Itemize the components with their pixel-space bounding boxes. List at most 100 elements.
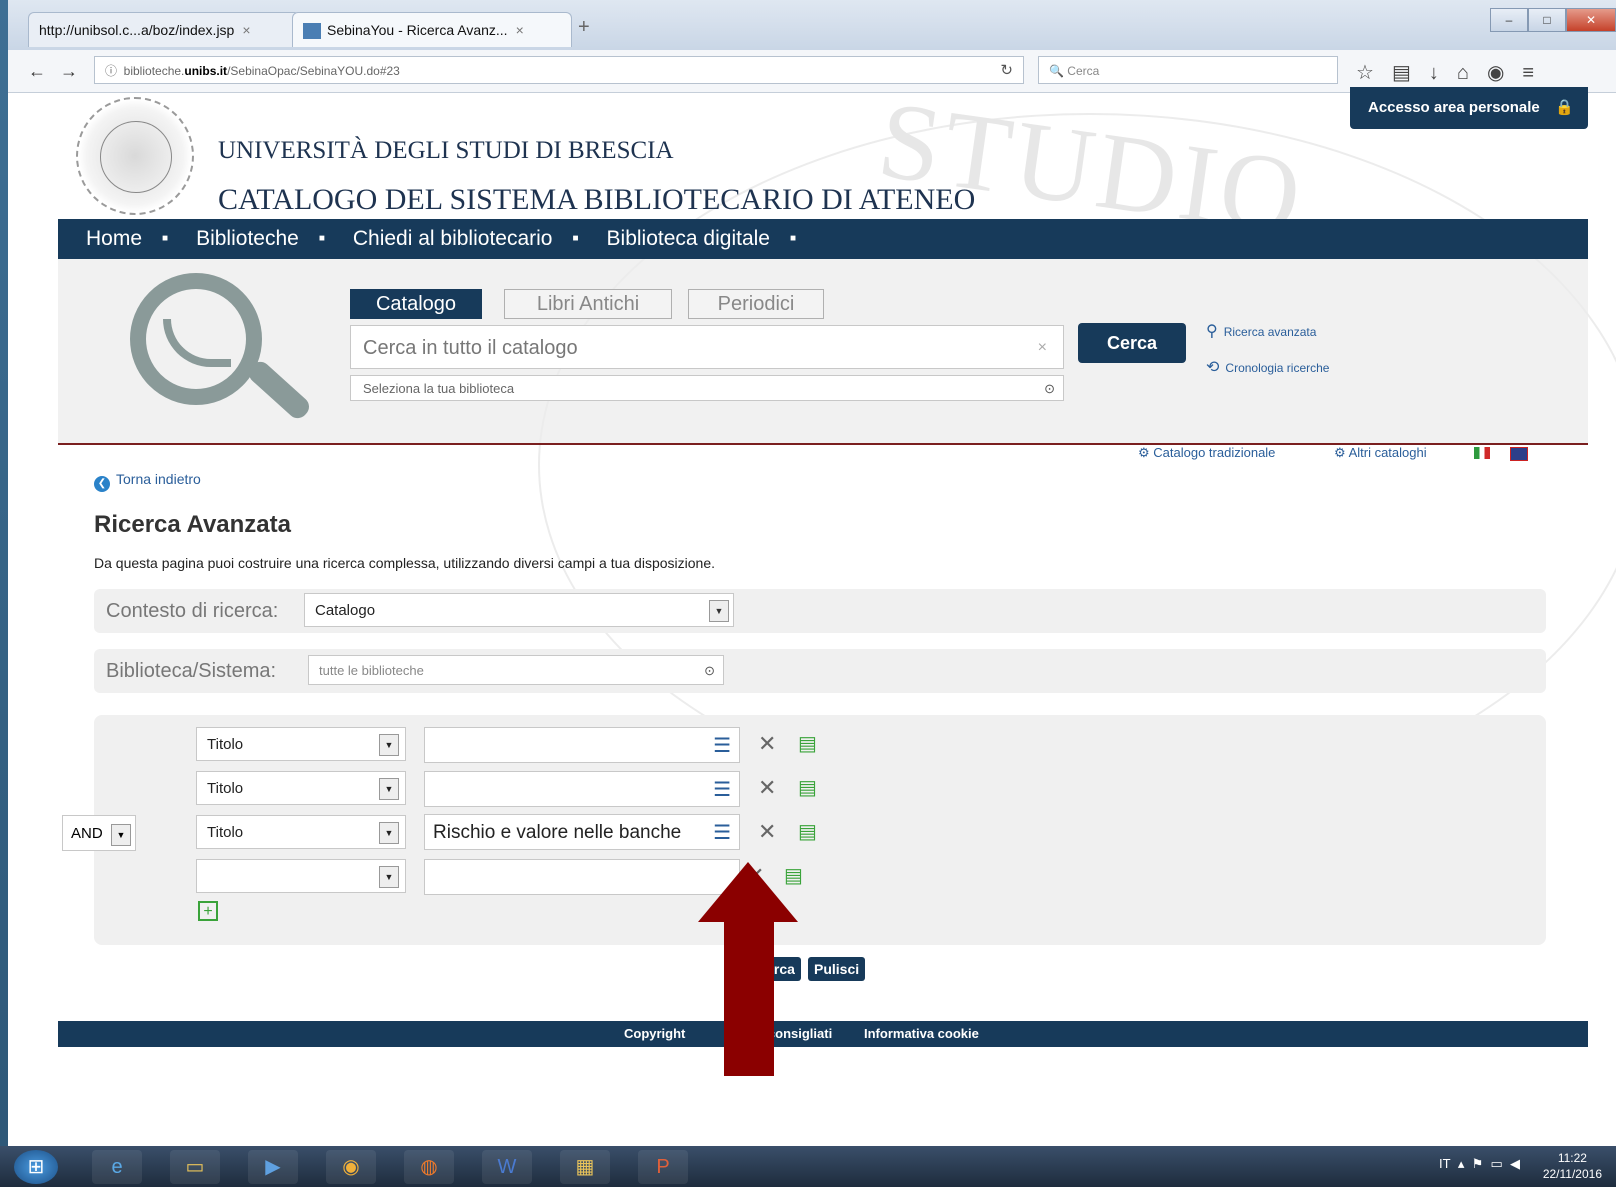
term-input-2[interactable]: ☰ bbox=[424, 771, 740, 807]
library-system-placeholder: tutte le biblioteche bbox=[319, 663, 424, 678]
login-label: Accesso area personale bbox=[1368, 99, 1540, 116]
other-catalogs-label: Altri cataloghi bbox=[1348, 445, 1427, 460]
back-arrow-icon[interactable]: ← bbox=[22, 56, 52, 86]
other-catalogs-link[interactable]: ⚙ Altri cataloghi bbox=[1334, 445, 1427, 461]
lock-icon: 🔒 bbox=[1555, 99, 1574, 116]
annotation-arrow-shaft bbox=[724, 916, 774, 1076]
chevron-down-icon[interactable]: ▼ bbox=[379, 734, 399, 756]
cookie-link[interactable]: Informativa cookie bbox=[864, 1021, 979, 1047]
uk-flag-icon[interactable] bbox=[1510, 447, 1528, 461]
remove-row-icon[interactable]: ✕ bbox=[758, 775, 776, 801]
nav-biblioteca-digitale[interactable]: Biblioteca digitale bbox=[607, 219, 770, 259]
nav-biblioteche[interactable]: Biblioteche bbox=[196, 219, 299, 259]
tab-unibsol[interactable]: http://unibsol.c...a/boz/index.jsp × bbox=[28, 12, 300, 47]
list-icon[interactable]: ☰ bbox=[713, 728, 731, 764]
list-icon[interactable]: ☰ bbox=[713, 772, 731, 808]
clear-icon[interactable]: × bbox=[1038, 326, 1047, 370]
chevron-down-icon[interactable]: ▼ bbox=[709, 600, 729, 622]
field-select-1[interactable]: Titolo ▼ bbox=[196, 727, 406, 761]
powerpoint-icon[interactable]: P bbox=[638, 1150, 688, 1184]
media-player-icon[interactable]: ▶ bbox=[248, 1150, 298, 1184]
add-row-icon[interactable]: ▤ bbox=[798, 775, 817, 800]
chrome-icon[interactable]: ◉ bbox=[326, 1150, 376, 1184]
advanced-search-label: Ricerca avanzata bbox=[1223, 325, 1317, 339]
close-window-button[interactable]: ✕ bbox=[1566, 8, 1616, 32]
back-link[interactable]: ❮ Torna indietro bbox=[94, 471, 201, 492]
library-system-input[interactable]: tutte le biblioteche ⊙ bbox=[308, 655, 724, 685]
add-row-icon[interactable]: ▤ bbox=[798, 819, 817, 844]
new-tab-button[interactable]: + bbox=[578, 16, 590, 39]
advanced-search-link[interactable]: ⚲ Ricerca avanzata bbox=[1206, 321, 1316, 341]
tray-arrow-icon[interactable]: ▴ bbox=[1458, 1156, 1465, 1171]
library-picker-icon[interactable]: ⊙ bbox=[1044, 376, 1055, 402]
field-select-3[interactable]: Titolo ▼ bbox=[196, 815, 406, 849]
login-button[interactable]: Accesso area personale 🔒 bbox=[1350, 87, 1588, 129]
operator-select[interactable]: AND ▼ bbox=[62, 815, 136, 851]
minimize-button[interactable]: – bbox=[1490, 8, 1528, 32]
remove-row-icon[interactable]: ✕ bbox=[758, 731, 776, 757]
tab-catalogo[interactable]: Catalogo bbox=[350, 289, 482, 319]
nav-home[interactable]: Home bbox=[86, 219, 142, 259]
add-row-icon[interactable]: ▤ bbox=[798, 731, 817, 756]
tab-periodici[interactable]: Periodici bbox=[688, 289, 824, 319]
volume-icon[interactable]: ◀ bbox=[1510, 1156, 1520, 1171]
tab-bar: http://unibsol.c...a/boz/index.jsp × Sebi… bbox=[8, 0, 1616, 51]
italian-flag-icon[interactable] bbox=[1474, 447, 1490, 459]
clock[interactable]: 11:22 22/11/2016 bbox=[1543, 1150, 1602, 1182]
field-value: Titolo bbox=[207, 780, 244, 797]
search-history-link[interactable]: ⟲ Cronologia ricerche bbox=[1206, 357, 1329, 377]
download-icon[interactable]: ↓ bbox=[1429, 62, 1457, 84]
reading-list-icon[interactable]: ▤ bbox=[1392, 62, 1429, 84]
nav-chiedi[interactable]: Chiedi al bibliotecario bbox=[353, 219, 553, 259]
field-select-4[interactable]: ▼ bbox=[196, 859, 406, 893]
home-icon[interactable]: ⌂ bbox=[1457, 62, 1487, 84]
maximize-button[interactable]: □ bbox=[1528, 8, 1566, 32]
toolbar-icons: ☆▤↓⌂◉≡ bbox=[1356, 60, 1552, 85]
tab-libri-antichi[interactable]: Libri Antichi bbox=[504, 289, 672, 319]
chevron-down-icon[interactable]: ▼ bbox=[379, 778, 399, 800]
close-icon[interactable]: × bbox=[516, 22, 524, 38]
term-input-4[interactable] bbox=[424, 859, 740, 895]
menu-icon[interactable]: ≡ bbox=[1522, 62, 1552, 84]
intro-text: Da questa pagina puoi costruire una rice… bbox=[94, 555, 715, 571]
browser-search-input[interactable]: 🔍 Cerca bbox=[1038, 56, 1338, 84]
tab-sebinayou[interactable]: SebinaYou - Ricerca Avanz... × bbox=[292, 12, 572, 47]
term-input-3[interactable]: Rischio e valore nelle banche ☰ bbox=[424, 814, 740, 850]
favicon-icon bbox=[303, 23, 321, 40]
field-value: Titolo bbox=[207, 824, 244, 841]
close-icon[interactable]: × bbox=[242, 22, 250, 38]
context-select[interactable]: Catalogo ▼ bbox=[304, 593, 734, 627]
traditional-catalog-link[interactable]: ⚙ Catalogo tradizionale bbox=[1138, 445, 1275, 461]
address-bar[interactable]: ⓘ biblioteche.unibs.it/SebinaOpac/Sebina… bbox=[94, 56, 1024, 84]
add-criteria-icon[interactable]: + bbox=[198, 901, 218, 921]
word-icon[interactable]: W bbox=[482, 1150, 532, 1184]
reload-icon[interactable]: ↻ bbox=[1000, 57, 1013, 85]
forward-arrow-icon[interactable]: → bbox=[54, 56, 84, 86]
search-button[interactable]: Cerca bbox=[1078, 323, 1186, 363]
search-history-label: Cronologia ricerche bbox=[1225, 361, 1330, 375]
flag-icon[interactable]: ⚑ bbox=[1472, 1156, 1484, 1171]
library-select[interactable]: Seleziona la tua biblioteca ⊙ bbox=[350, 375, 1064, 401]
copyright-link[interactable]: Copyright bbox=[624, 1021, 685, 1047]
folder-icon[interactable]: ▦ bbox=[560, 1150, 610, 1184]
chevron-down-icon[interactable]: ▼ bbox=[379, 866, 399, 888]
catalog-search-input[interactable]: Cerca in tutto il catalogo × bbox=[350, 325, 1064, 369]
bookmark-star-icon[interactable]: ☆ bbox=[1356, 62, 1392, 84]
chevron-down-icon[interactable]: ▼ bbox=[111, 824, 131, 846]
context-label: Contesto di ricerca: bbox=[106, 600, 279, 622]
chevron-down-icon[interactable]: ▼ bbox=[379, 822, 399, 844]
library-picker-icon[interactable]: ⊙ bbox=[704, 656, 715, 686]
internet-explorer-icon[interactable]: e bbox=[92, 1150, 142, 1184]
nav-separator: ■ bbox=[318, 233, 325, 244]
pulisci-button[interactable]: Pulisci bbox=[808, 957, 866, 981]
remove-row-icon[interactable]: ✕ bbox=[758, 819, 776, 845]
field-select-2[interactable]: Titolo ▼ bbox=[196, 771, 406, 805]
start-button[interactable]: ⊞ bbox=[14, 1150, 58, 1184]
firefox-icon[interactable]: ◍ bbox=[404, 1150, 454, 1184]
network-icon[interactable]: ▭ bbox=[1490, 1156, 1502, 1171]
language-indicator[interactable]: IT bbox=[1439, 1156, 1451, 1171]
list-icon[interactable]: ☰ bbox=[713, 815, 731, 851]
pocket-icon[interactable]: ◉ bbox=[1487, 62, 1522, 84]
file-explorer-icon[interactable]: ▭ bbox=[170, 1150, 220, 1184]
term-input-1[interactable]: ☰ bbox=[424, 727, 740, 763]
